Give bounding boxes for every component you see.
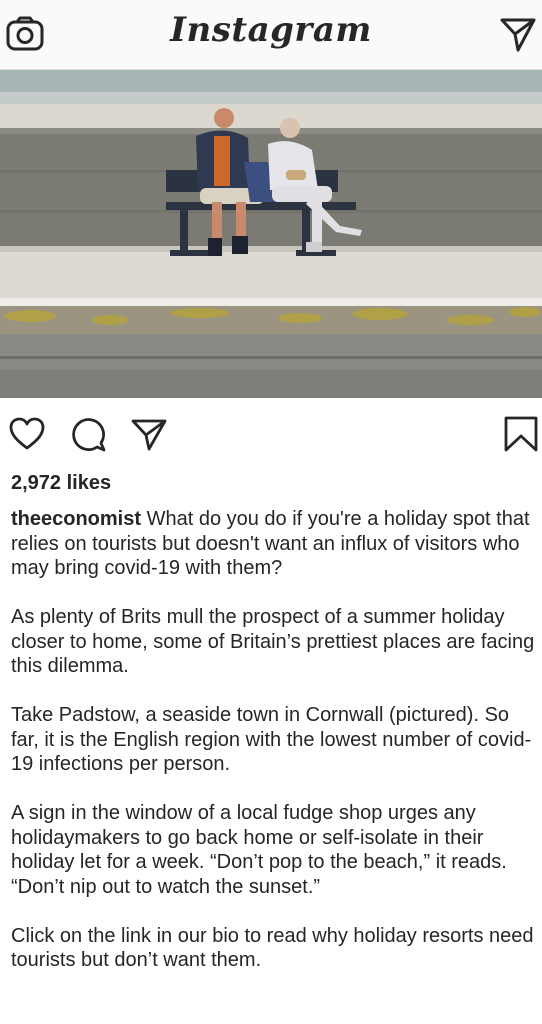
post-image[interactable]	[0, 70, 542, 398]
share-icon[interactable]	[130, 416, 168, 452]
post-action-bar	[0, 398, 542, 470]
caption-paragraph: Take Padstow, a seaside town in Cornwall…	[11, 704, 532, 775]
top-bar: Instagram	[0, 0, 542, 70]
post-caption: theeconomist What do you do if you're a …	[11, 507, 539, 997]
caption-username[interactable]: theeconomist	[11, 508, 141, 530]
caption-paragraph: theeconomist What do you do if you're a …	[11, 507, 539, 581]
paper-plane-icon[interactable]	[500, 16, 536, 52]
caption-paragraph: A sign in the window of a local fudge sh…	[11, 802, 507, 898]
likes-count[interactable]: 2,972 likes	[11, 472, 111, 495]
caption-paragraph: As plenty of Brits mull the prospect of …	[11, 606, 535, 677]
bookmark-icon[interactable]	[502, 416, 540, 452]
caption-paragraph: Click on the link in our bio to read why…	[11, 924, 534, 972]
comment-icon[interactable]	[70, 416, 108, 452]
heart-icon[interactable]	[8, 416, 46, 452]
instagram-logo[interactable]: Instagram	[0, 10, 542, 50]
